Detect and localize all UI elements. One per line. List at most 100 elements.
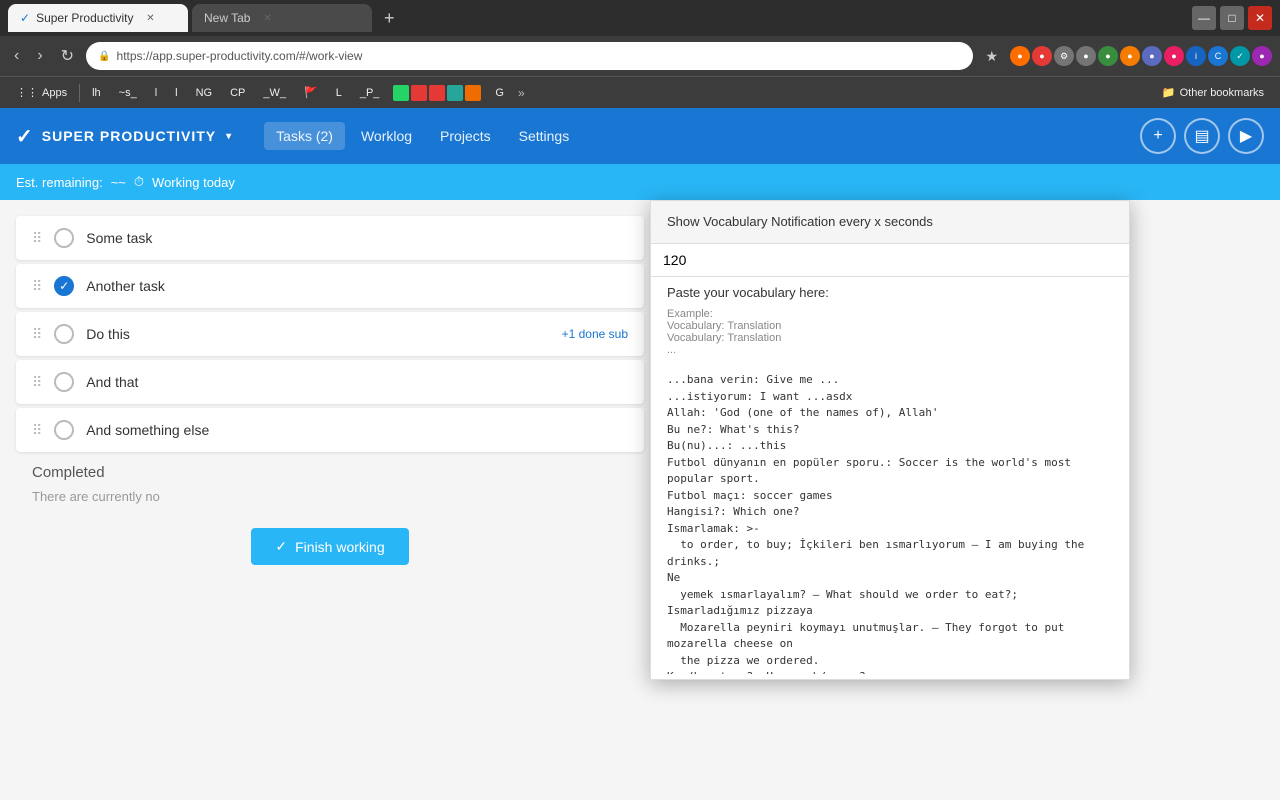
vocab-popup-header: Show Vocabulary Notification every x sec… (651, 201, 1129, 244)
back-button[interactable]: ‹ (8, 43, 25, 69)
bookmark-l[interactable]: l (147, 85, 165, 101)
more-bookmarks-indicator: » (518, 86, 525, 100)
forward-button[interactable]: › (31, 43, 48, 69)
whatsapp-icon (393, 85, 409, 101)
bookmark-g[interactable]: G (487, 85, 512, 101)
nav-settings[interactable]: Settings (507, 122, 582, 150)
app-logo: ✓ SUPER PRODUCTIVITY ▾ (16, 124, 232, 149)
task-checkbox[interactable] (54, 228, 74, 248)
task-checkbox[interactable] (54, 324, 74, 344)
task-checkbox[interactable] (54, 420, 74, 440)
bookmark-ng[interactable]: NG (188, 85, 221, 101)
ext-icon-6: ● (1120, 46, 1140, 66)
finish-button-label: Finish working (295, 539, 384, 555)
url-bar[interactable]: 🔒 https://app.super-productivity.com/#/w… (86, 42, 973, 70)
tab-favicon: ✓ (20, 11, 30, 25)
tab-bar: ✓ Super Productivity ✕ New Tab ✕ + — □ ✕ (0, 0, 1280, 36)
ext-icon-10: C (1208, 46, 1228, 66)
task-item[interactable]: ⠿ And that (16, 360, 644, 404)
secure-icon: 🔒 (98, 51, 110, 62)
close-button[interactable]: ✕ (1248, 6, 1272, 30)
other-bookmarks-button[interactable]: 📁 Other bookmarks (1154, 84, 1272, 101)
task-item[interactable]: ⠿ ✓ Another task (16, 264, 644, 308)
nav-worklog[interactable]: Worklog (349, 122, 424, 150)
tab-close-inactive-btn[interactable]: ✕ (260, 11, 274, 25)
task-item[interactable]: ⠿ And something else (16, 408, 644, 452)
bookmark-button[interactable]: ★ (979, 48, 1004, 65)
icon-red2 (429, 85, 445, 101)
inactive-tab-label: New Tab (204, 11, 250, 25)
bookmark-p[interactable]: _P_ (352, 85, 388, 101)
ext-icon-11: ✓ (1230, 46, 1250, 66)
drag-handle-icon: ⠿ (32, 230, 42, 247)
sub-task-info: +1 done sub (562, 327, 628, 341)
bookmark-apps-label: Apps (42, 87, 67, 99)
tab-close-btn[interactable]: ✕ (143, 11, 157, 25)
bookmark-w[interactable]: _W_ (255, 85, 294, 101)
task-checkbox[interactable] (54, 372, 74, 392)
add-task-button[interactable]: + (1140, 118, 1176, 154)
example-line1: Vocabulary: Translation (667, 320, 1113, 332)
drag-handle-icon: ⠿ (32, 278, 42, 295)
finish-working-button[interactable]: ✓ Finish working (251, 528, 408, 565)
drag-handle-icon: ⠿ (32, 374, 42, 391)
active-tab[interactable]: ✓ Super Productivity ✕ (8, 4, 188, 32)
nav-projects[interactable]: Projects (428, 122, 503, 150)
browser-chrome: ✓ Super Productivity ✕ New Tab ✕ + — □ ✕… (0, 0, 1280, 108)
folder-icon: 📁 (1162, 86, 1176, 99)
bookmarks-bar: ⋮⋮ Apps lh ~s_ l l NG CP _W_ 🚩 L _P_ G »… (0, 76, 1280, 108)
bookmark-apps[interactable]: ⋮⋮ Apps (8, 84, 75, 101)
nav-tasks[interactable]: Tasks (2) (264, 122, 345, 150)
ext-icon-4: ● (1076, 46, 1096, 66)
est-value: ~~ (111, 175, 126, 190)
window-controls: — □ ✕ (1192, 6, 1272, 30)
vocab-paste-label: Paste your vocabulary here: (651, 277, 1129, 304)
file-button[interactable]: ▤ (1184, 118, 1220, 154)
finish-section: ✓ Finish working (16, 528, 644, 565)
ext-icon-5: ● (1098, 46, 1118, 66)
task-item[interactable]: ⠿ Do this +1 done sub (16, 312, 644, 356)
main-content: ⠿ Some task ⠿ ✓ Another task ⠿ Do this +… (0, 200, 1280, 800)
bookmark-extra1[interactable]: 🚩 (296, 84, 326, 101)
maximize-button[interactable]: □ (1220, 6, 1244, 30)
task-text: Do this (86, 326, 130, 342)
ext-icon-7: ● (1142, 46, 1162, 66)
ext-icon-12: ● (1252, 46, 1272, 66)
reload-button[interactable]: ↻ (55, 42, 80, 70)
task-item[interactable]: ⠿ Some task (16, 216, 644, 260)
example-line2: Vocabulary: Translation (667, 332, 1113, 344)
working-bar: Est. remaining: ~~ ⏱ Working today (0, 164, 1280, 200)
example-label: Example: (667, 308, 1113, 320)
finish-check-icon: ✓ (275, 538, 287, 555)
main-nav: Tasks (2) Worklog Projects Settings (264, 122, 581, 150)
ext-icon-3: ⚙ (1054, 46, 1074, 66)
vocab-interval-input[interactable] (651, 244, 1129, 277)
drag-handle-icon: ⠿ (32, 326, 42, 343)
new-tab-button[interactable]: + (376, 8, 403, 29)
bookmark-s[interactable]: ~s_ (111, 85, 145, 101)
vocabulary-popup: Show Vocabulary Notification every x sec… (650, 200, 1130, 680)
task-checkbox-done[interactable]: ✓ (54, 276, 74, 296)
no-tasks-message: There are currently no (32, 489, 628, 504)
app-header: ✓ SUPER PRODUCTIVITY ▾ Tasks (2) Worklog… (0, 108, 1280, 164)
inactive-tab[interactable]: New Tab ✕ (192, 4, 372, 32)
bookmark-lh[interactable]: lh (84, 85, 109, 101)
header-actions: + ▤ ▶ (1140, 118, 1264, 154)
working-today-label: Working today (152, 175, 235, 190)
minimize-button[interactable]: — (1192, 6, 1216, 30)
bookmark-l2[interactable]: l (167, 85, 185, 101)
bookmark-cp[interactable]: CP (222, 85, 253, 101)
timer-icon: ⏱ (134, 174, 144, 190)
vocab-popup-title: Show Vocabulary Notification every x sec… (667, 214, 933, 229)
bookmark-l3[interactable]: L (328, 85, 350, 101)
icon-teal (447, 85, 463, 101)
task-text: And that (86, 374, 138, 390)
drag-handle-icon: ⠿ (32, 422, 42, 439)
task-text: And something else (86, 422, 209, 438)
apps-icon: ⋮⋮ (16, 86, 38, 99)
title-dropdown-arrow: ▾ (226, 131, 232, 142)
play-button[interactable]: ▶ (1228, 118, 1264, 154)
address-bar: ‹ › ↻ 🔒 https://app.super-productivity.c… (0, 36, 1280, 76)
vocab-content-textarea[interactable] (651, 364, 1129, 674)
active-tab-label: Super Productivity (36, 11, 133, 25)
